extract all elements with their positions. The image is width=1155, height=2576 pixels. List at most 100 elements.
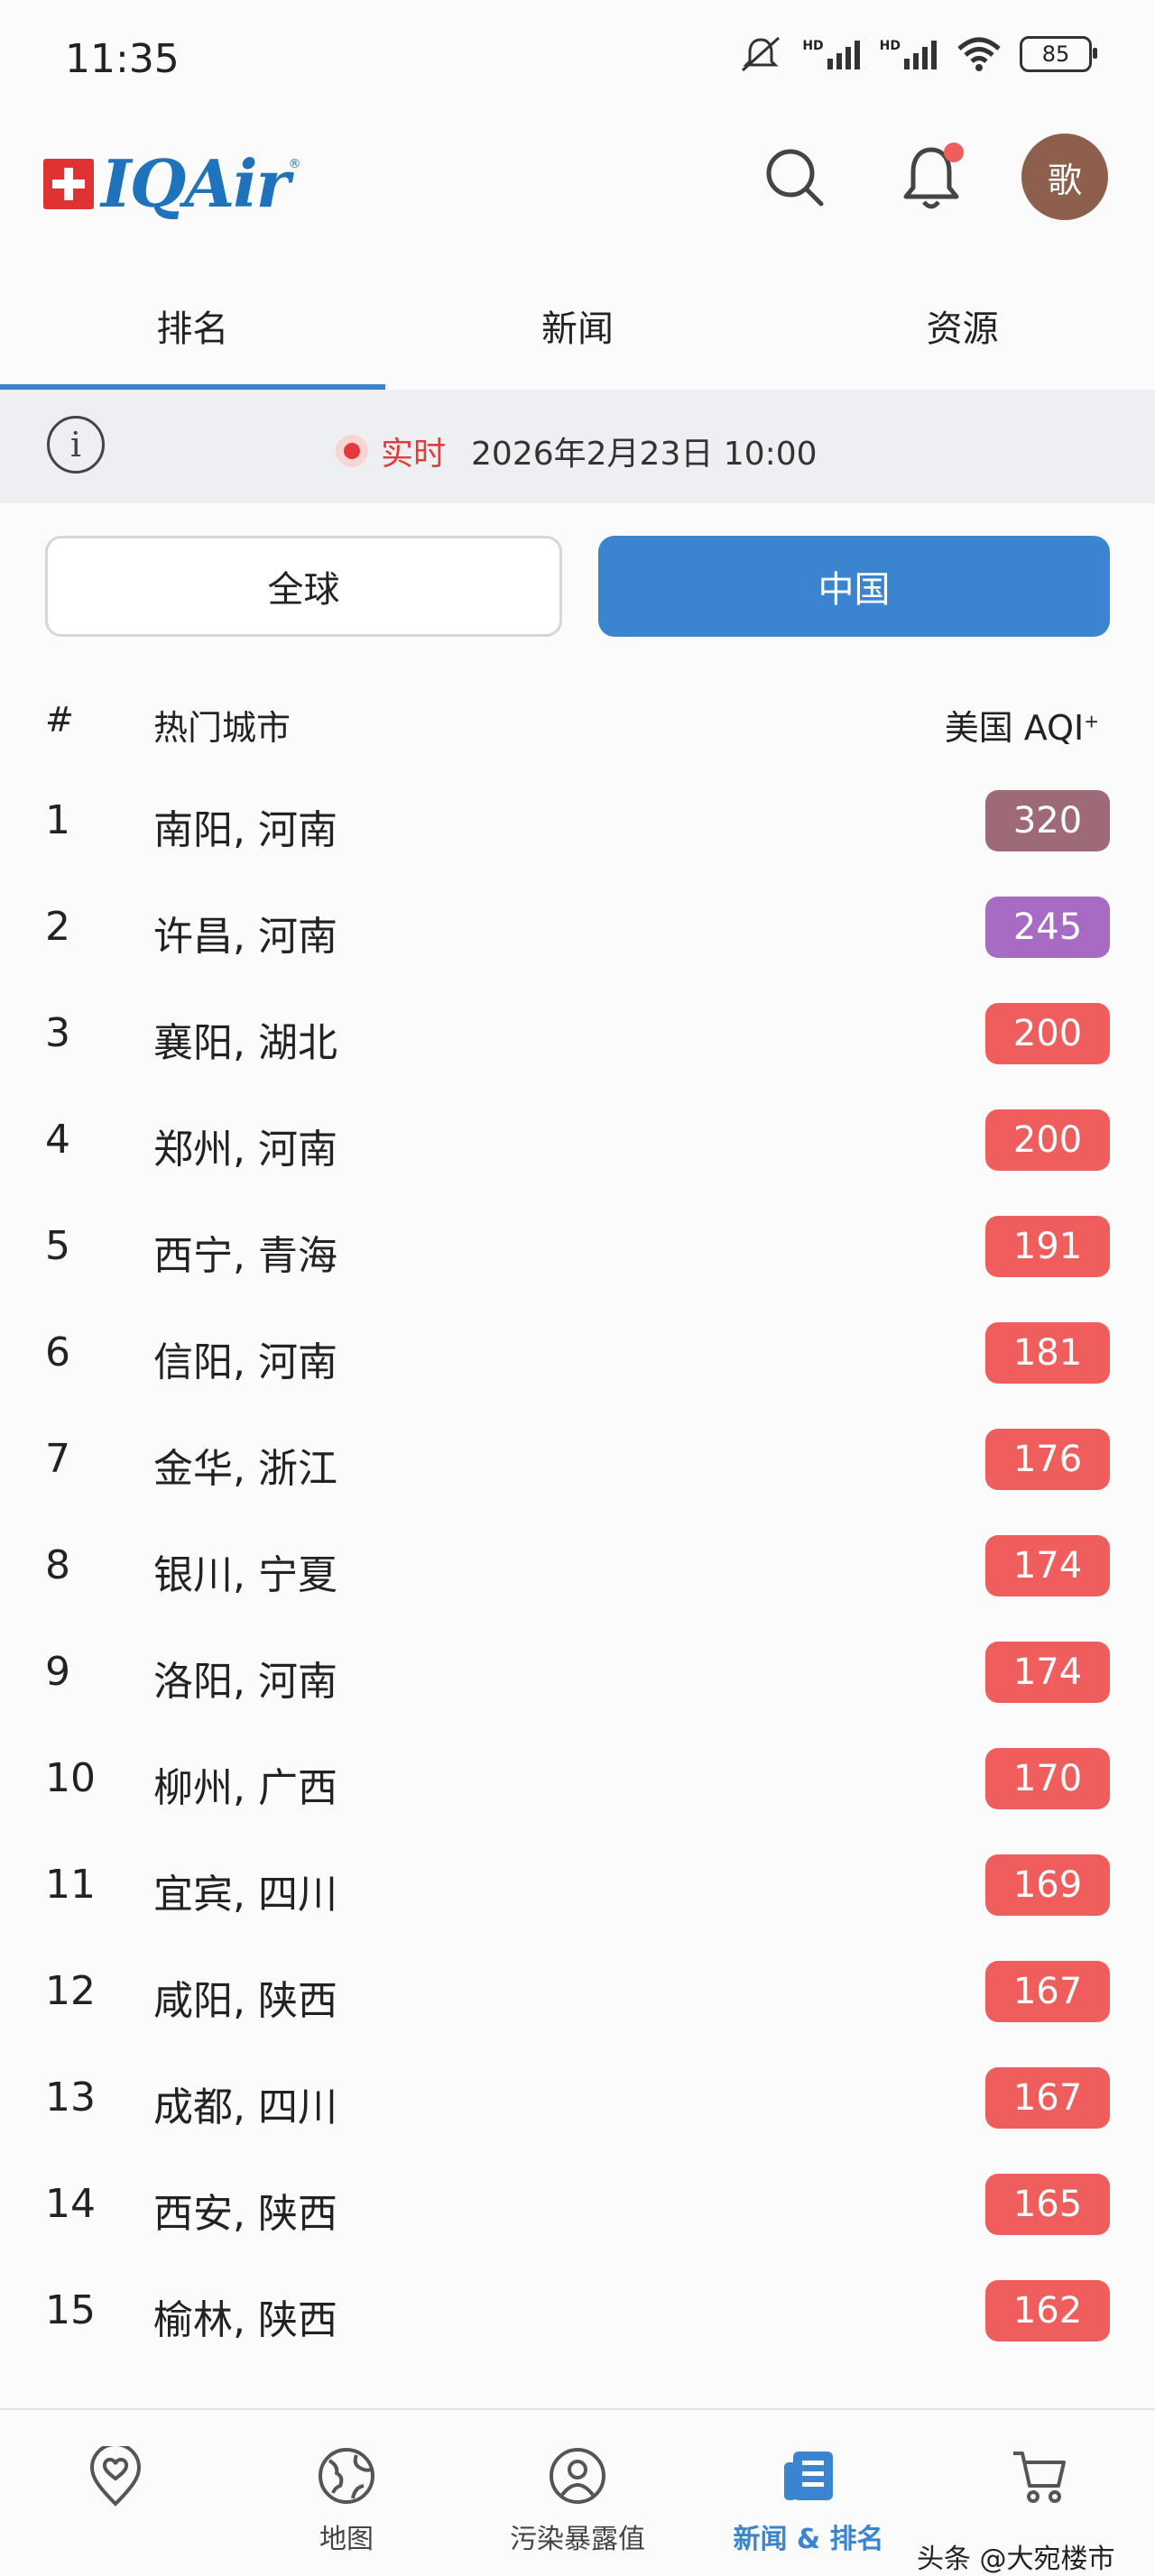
aqi-badge: 176 — [985, 1429, 1110, 1490]
aqi-badge: 167 — [985, 2067, 1110, 2129]
city-name: 西宁, 青海 — [153, 1233, 337, 1279]
table-row[interactable]: 12 咸阳, 陕西 167 — [0, 1937, 1155, 2044]
aqi-badge: 320 — [985, 790, 1110, 851]
rank-column-header: # — [45, 700, 74, 740]
nav-news-ranking[interactable]: 新闻 & 排名 — [693, 2410, 924, 2567]
cart-icon — [1013, 2452, 1066, 2503]
city-name: 银川, 宁夏 — [153, 1552, 337, 1598]
tab-ranking[interactable]: 排名 — [0, 262, 385, 390]
brand-name: IQAir — [101, 145, 291, 222]
city-name: 信阳, 河南 — [153, 1339, 337, 1385]
rank-number: 14 — [45, 2181, 96, 2227]
city-name: 襄阳, 湖北 — [153, 1020, 337, 1066]
swiss-flag-icon — [43, 159, 94, 209]
rank-number: 4 — [45, 1117, 70, 1163]
status-time: 11:35 — [65, 36, 180, 82]
region-toggle: 全球 中国 — [45, 536, 1110, 637]
globe-icon — [319, 2448, 374, 2504]
table-row[interactable]: 1 南阳, 河南 320 — [0, 767, 1155, 873]
aqi-badge: 181 — [985, 1322, 1110, 1384]
watermark: 头条 @大宛楼市 — [917, 2544, 1115, 2575]
timestamp: 2026年2月23日 10:00 — [471, 436, 818, 473]
rank-number: 5 — [45, 1223, 70, 1269]
aqi-badge: 191 — [985, 1216, 1110, 1277]
city-name: 金华, 浙江 — [153, 1446, 337, 1492]
table-row[interactable]: 6 信阳, 河南 181 — [0, 1299, 1155, 1405]
table-row[interactable]: 3 襄阳, 湖北 200 — [0, 980, 1155, 1086]
notifications-button[interactable] — [897, 139, 966, 215]
global-button[interactable]: 全球 — [45, 536, 562, 637]
live-dot-icon — [336, 435, 368, 467]
city-name: 柳州, 广西 — [153, 1765, 337, 1811]
city-name: 成都, 四川 — [153, 2084, 337, 2130]
table-row[interactable]: 7 金华, 浙江 176 — [0, 1405, 1155, 1512]
table-row[interactable]: 10 柳州, 广西 170 — [0, 1725, 1155, 1831]
search-icon — [766, 149, 824, 207]
city-name: 宜宾, 四川 — [153, 1872, 337, 1918]
rank-number: 13 — [45, 2075, 96, 2121]
table-row[interactable]: 11 宜宾, 四川 169 — [0, 1831, 1155, 1937]
table-row[interactable]: 8 银川, 宁夏 174 — [0, 1512, 1155, 1618]
status-icons: HD HD 85 — [737, 34, 1097, 74]
city-column-header: 热门城市 — [153, 708, 291, 748]
rank-number: 9 — [45, 1649, 70, 1695]
rank-number: 10 — [45, 1755, 96, 1801]
city-name: 许昌, 河南 — [153, 914, 337, 960]
tab-news[interactable]: 新闻 — [385, 262, 771, 390]
nav-map[interactable]: 地图 — [231, 2410, 462, 2567]
aqi-badge: 170 — [985, 1748, 1110, 1809]
cell-signal-2: HD — [880, 39, 938, 69]
nav-my-places[interactable] — [0, 2410, 231, 2567]
rank-number: 7 — [45, 1436, 70, 1482]
avatar[interactable]: 歌 — [1021, 133, 1108, 220]
news-icon — [784, 2452, 833, 2500]
aqi-badge: 200 — [985, 1109, 1110, 1171]
realtime-bar: i 实时 2026年2月23日 10:00 — [0, 390, 1155, 503]
notification-dot — [944, 143, 964, 162]
aqi-badge: 162 — [985, 2280, 1110, 2341]
city-name: 郑州, 河南 — [153, 1127, 337, 1173]
rank-number: 3 — [45, 1010, 70, 1056]
aqi-badge: 245 — [985, 897, 1110, 958]
tab-resources[interactable]: 资源 — [770, 262, 1155, 390]
mute-vibrate-icon — [742, 36, 781, 72]
table-row[interactable]: 4 郑州, 河南 200 — [0, 1086, 1155, 1192]
table-row[interactable]: 14 西安, 陕西 165 — [0, 2150, 1155, 2257]
aqi-badge: 200 — [985, 1003, 1110, 1064]
app-header: IQAir ® 歌 — [0, 126, 1155, 230]
table-row[interactable]: 5 西宁, 青海 191 — [0, 1192, 1155, 1299]
china-button[interactable]: 中国 — [598, 536, 1110, 637]
ranking-list: 1 南阳, 河南 320 2 许昌, 河南 245 3 襄阳, 湖北 200 4 郑州, 河南 200… — [0, 767, 1155, 2408]
top-tabs: 排名 新闻 资源 — [0, 262, 1155, 390]
registered-mark: ® — [288, 157, 301, 171]
search-button[interactable] — [763, 146, 827, 209]
info-icon[interactable]: i — [47, 416, 105, 474]
rank-number: 12 — [45, 1968, 96, 2014]
table-row[interactable]: 13 成都, 四川 167 — [0, 2044, 1155, 2150]
table-row[interactable]: 2 许昌, 河南 245 — [0, 873, 1155, 980]
rank-number: 2 — [45, 904, 70, 950]
city-name: 南阳, 河南 — [153, 807, 337, 853]
table-row[interactable]: 15 榆林, 陕西 162 — [0, 2257, 1155, 2363]
aqi-badge: 167 — [985, 1961, 1110, 2022]
aqi-badge: 165 — [985, 2174, 1110, 2235]
city-name: 洛阳, 河南 — [153, 1659, 337, 1705]
aqi-badge: 174 — [985, 1535, 1110, 1596]
heart-location-icon — [89, 2446, 142, 2507]
aqi-column-header: 美国 AQI+ — [944, 708, 1099, 748]
rank-number: 1 — [45, 797, 70, 843]
rank-number: 11 — [45, 1862, 96, 1908]
live-indicator: 实时 2026年2月23日 10:00 — [336, 428, 818, 474]
city-name: 榆林, 陕西 — [153, 2297, 337, 2343]
table-header: # 热门城市 美国 AQI+ — [0, 685, 1155, 758]
nav-exposure[interactable]: 污染暴露值 — [462, 2410, 693, 2567]
rank-number: 6 — [45, 1329, 70, 1375]
signal-icon — [827, 41, 860, 69]
city-name: 西安, 陕西 — [153, 2191, 337, 2237]
status-bar: 11:35 HD HD 85 — [0, 0, 1155, 122]
table-row[interactable]: 9 洛阳, 河南 174 — [0, 1618, 1155, 1725]
iqair-logo[interactable]: IQAir ® — [43, 152, 301, 216]
aqi-badge: 169 — [985, 1854, 1110, 1916]
rank-number: 8 — [45, 1542, 70, 1588]
live-label: 实时 — [381, 436, 447, 473]
